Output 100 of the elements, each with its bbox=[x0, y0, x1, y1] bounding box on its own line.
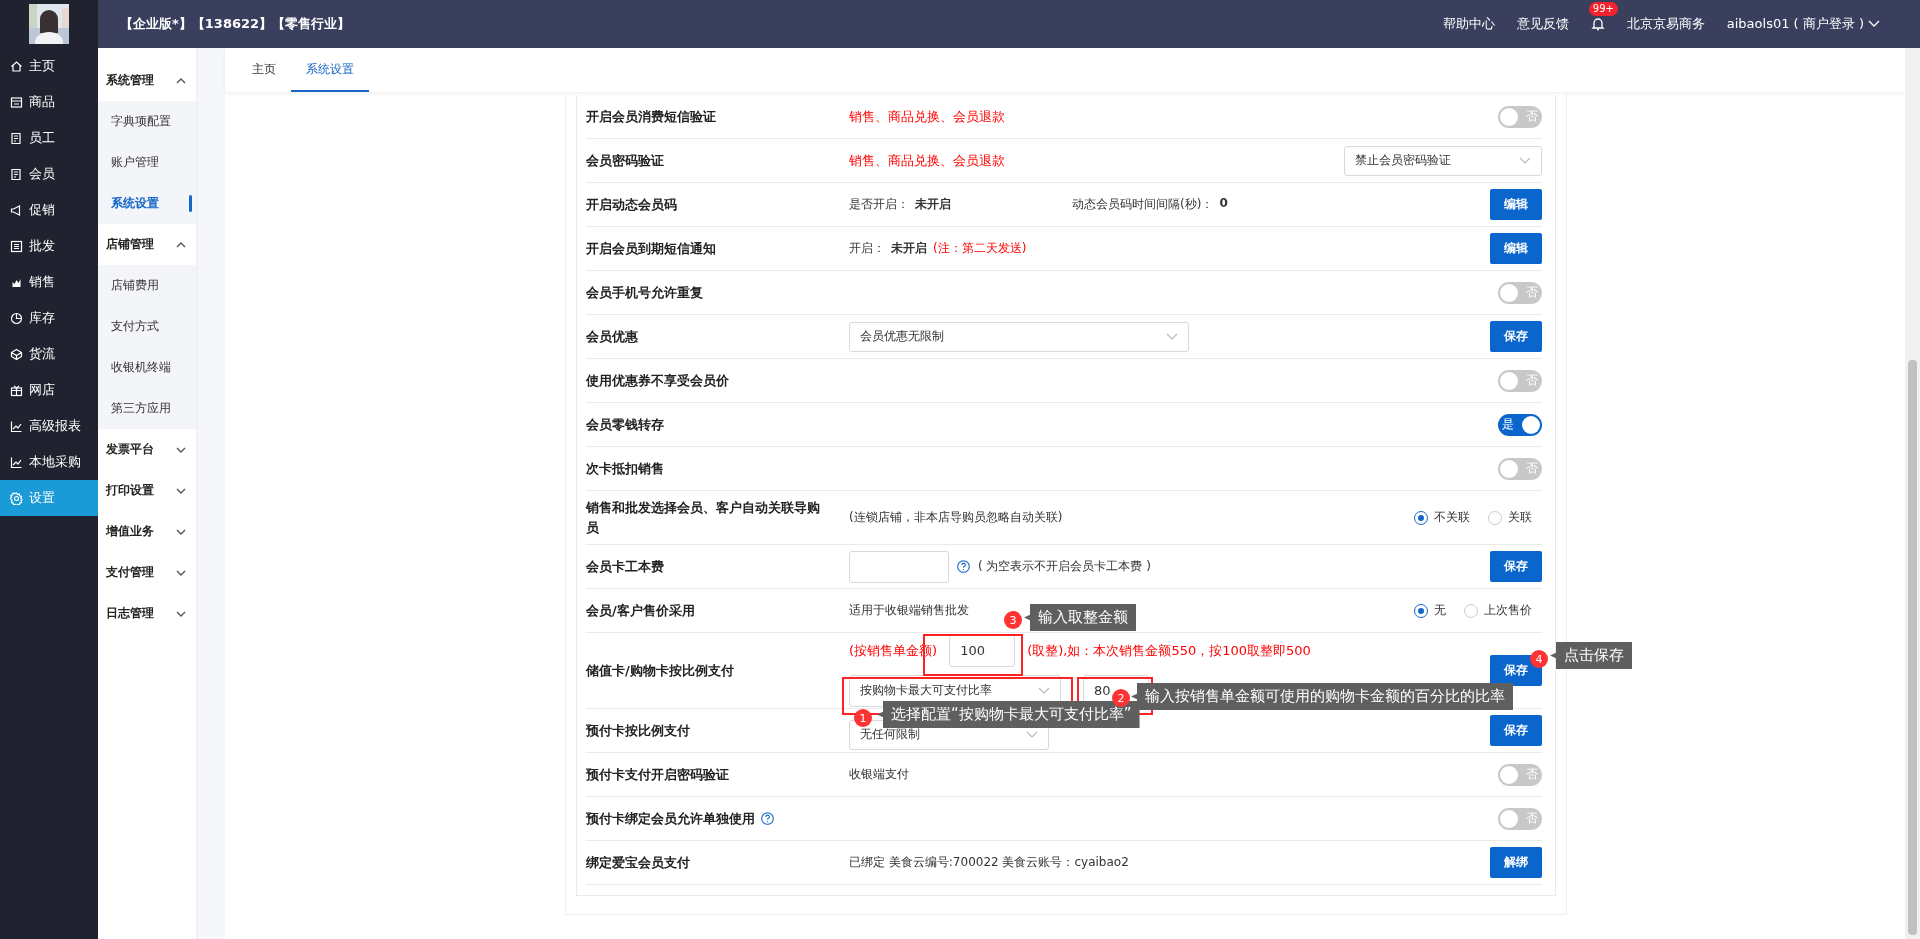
step-badge: 4 bbox=[1530, 650, 1548, 668]
menu-item[interactable]: 店铺费用 bbox=[98, 265, 196, 306]
action-button[interactable]: 编辑 bbox=[1490, 189, 1542, 220]
action-button[interactable]: 保存 bbox=[1490, 321, 1542, 352]
menu-item[interactable]: 支付方式 bbox=[98, 306, 196, 347]
scope-text: 销售、商品兑换、会员退款 bbox=[849, 107, 1005, 126]
field-value: 未开启 bbox=[915, 196, 951, 213]
setting-label: 会员手机号允许重复 bbox=[586, 283, 703, 302]
nav-item[interactable]: 批发 bbox=[0, 228, 98, 264]
setting-label: 开启会员消费短信验证 bbox=[586, 107, 716, 126]
action-button[interactable]: 保存 bbox=[1490, 715, 1542, 746]
callout-tooltip: 选择配置“按购物卡最大可支付比率” bbox=[877, 701, 1140, 728]
hint-text: (连锁店铺，非本店导购员忽略自动关联) bbox=[849, 509, 1063, 526]
action-button[interactable]: 编辑 bbox=[1490, 233, 1542, 264]
nav-item[interactable]: 销售 bbox=[0, 264, 98, 300]
nav-item[interactable]: 员工 bbox=[0, 120, 98, 156]
chevron-icon bbox=[176, 610, 186, 617]
setting-label: 会员密码验证 bbox=[586, 151, 664, 170]
bell-icon bbox=[1590, 17, 1605, 31]
home-icon bbox=[10, 59, 23, 73]
toggle-switch[interactable]: 是 bbox=[1498, 413, 1542, 436]
nav-item[interactable]: 促销 bbox=[0, 192, 98, 228]
header-link[interactable]: 意见反馈 bbox=[1516, 15, 1569, 33]
caret-icon bbox=[1026, 731, 1038, 738]
callout-tooltip: 点击保存 bbox=[1550, 642, 1632, 669]
line-chart-icon bbox=[10, 419, 23, 433]
menu-group[interactable]: 增值业务 bbox=[98, 511, 196, 552]
menu-item[interactable]: 系统设置 bbox=[98, 183, 196, 224]
app-title: 【企业版*】【138622】【零售行业】 bbox=[120, 15, 352, 33]
scope-text: 销售、商品兑换、会员退款 bbox=[849, 151, 1005, 170]
list-icon bbox=[10, 239, 23, 253]
chevron-icon bbox=[176, 77, 186, 84]
line-chart-icon bbox=[10, 455, 23, 469]
nav-item[interactable]: 库存 bbox=[0, 300, 98, 336]
document-icon bbox=[10, 167, 23, 181]
setting-label: 会员零钱转存 bbox=[586, 415, 664, 434]
header-link[interactable]: 帮助中心 bbox=[1442, 15, 1495, 33]
nav-item[interactable]: 货流 bbox=[0, 336, 98, 372]
menu-group[interactable]: 系统管理 bbox=[98, 60, 196, 101]
menu-group[interactable]: 店铺管理 bbox=[98, 224, 196, 265]
nav-item[interactable]: 高级报表 bbox=[0, 408, 98, 444]
menu-group[interactable]: 发票平台 bbox=[98, 429, 196, 470]
user-menu[interactable]: aibaols01 ( 商户登录 ) bbox=[1726, 15, 1864, 33]
example-text: (取整),如：本次销售金额550，按100取整即500 bbox=[1027, 641, 1311, 660]
nav-item[interactable]: 会员 bbox=[0, 156, 98, 192]
radio-option[interactable]: 关联 bbox=[1488, 509, 1532, 526]
menu-item[interactable]: 收银机终端 bbox=[98, 347, 196, 388]
hint-text: ( 为空表示不开启会员卡工本费 ) bbox=[978, 558, 1151, 575]
chevron-icon bbox=[176, 446, 186, 453]
caret-icon bbox=[1519, 157, 1531, 164]
caret-icon bbox=[1166, 333, 1178, 340]
setting-label: 绑定爱宝会员支付 bbox=[586, 853, 690, 872]
cube-icon bbox=[10, 347, 23, 361]
settings-icon bbox=[10, 491, 23, 505]
chevron-icon bbox=[176, 528, 186, 535]
menu-item[interactable]: 账户管理 bbox=[98, 142, 196, 183]
setting-label: 会员卡工本费 bbox=[586, 557, 664, 576]
tab[interactable]: 主页 bbox=[237, 48, 291, 92]
scrollbar[interactable] bbox=[1905, 48, 1920, 939]
chevron-icon bbox=[176, 241, 186, 248]
menu-item[interactable]: 字典项配置 bbox=[98, 101, 196, 142]
setting-label: 开启会员到期短信通知 bbox=[586, 239, 716, 258]
nav-item[interactable]: 主页 bbox=[0, 48, 98, 84]
setting-label: 会员优惠 bbox=[586, 327, 638, 346]
callout-tooltip: 输入按销售单金额可使用的购物卡金额的百分比的比率 bbox=[1131, 683, 1513, 710]
input-field[interactable]: 100 bbox=[949, 634, 1016, 667]
menu-group[interactable]: 支付管理 bbox=[98, 552, 196, 593]
input-field[interactable] bbox=[849, 550, 949, 583]
notification-badge: 99+ bbox=[1588, 2, 1618, 16]
select-field[interactable]: 会员优惠无限制 bbox=[849, 321, 1189, 352]
nav-item[interactable]: 网店 bbox=[0, 372, 98, 408]
chevron-icon bbox=[176, 487, 186, 494]
setting-label: 会员/客户售价采用 bbox=[586, 601, 695, 620]
setting-label: 销售和批发选择会员、客户自动关联导购员 bbox=[586, 498, 821, 537]
select-field[interactable]: 禁止会员密码验证 bbox=[1344, 145, 1542, 176]
setting-label: 储值卡/购物卡按比例支付 bbox=[586, 661, 734, 680]
radio-option[interactable]: 无 bbox=[1414, 602, 1446, 619]
action-button[interactable]: 保存 bbox=[1490, 551, 1542, 582]
megaphone-icon bbox=[10, 203, 23, 217]
callout-tooltip: 输入取整金额 bbox=[1024, 604, 1136, 631]
action-button[interactable]: 解绑 bbox=[1490, 847, 1542, 878]
radio-option[interactable]: 上次售价 bbox=[1464, 602, 1532, 619]
setting-label: 预付卡绑定会员允许单独使用 bbox=[586, 809, 755, 828]
radio-option[interactable]: 不关联 bbox=[1414, 509, 1470, 526]
step-badge: 3 bbox=[1004, 611, 1022, 629]
menu-group[interactable]: 日志管理 bbox=[98, 593, 196, 634]
chevron-icon bbox=[176, 569, 186, 576]
hint-text: 适用于收银端销售批发 bbox=[849, 602, 969, 619]
document-icon bbox=[10, 131, 23, 145]
menu-group[interactable]: 打印设置 bbox=[98, 470, 196, 511]
step-badge: 1 bbox=[854, 709, 872, 727]
warning-text: (注：第二天发送) bbox=[933, 240, 1027, 257]
nav-item[interactable]: 本地采购 bbox=[0, 444, 98, 480]
caret-icon bbox=[1038, 687, 1050, 694]
caret-icon bbox=[1868, 20, 1880, 28]
nav-item[interactable]: 商品 bbox=[0, 84, 98, 120]
menu-item[interactable]: 第三方应用 bbox=[98, 388, 196, 429]
setting-label: 开启动态会员码 bbox=[586, 195, 677, 214]
hint-text: 收银端支付 bbox=[849, 766, 909, 783]
tab[interactable]: 系统设置 bbox=[291, 48, 369, 92]
